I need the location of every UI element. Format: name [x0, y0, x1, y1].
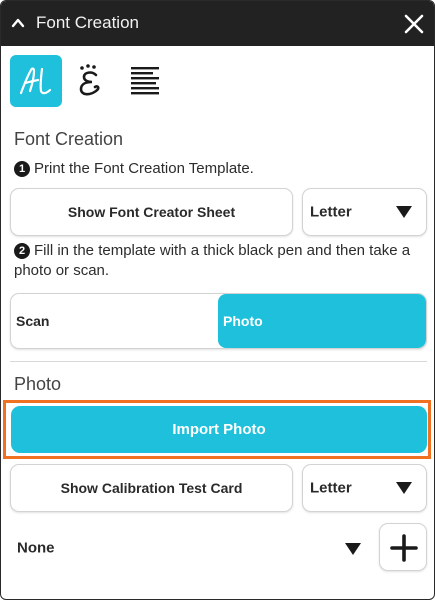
window-title: Font Creation	[36, 13, 139, 32]
dropdown-arrow-icon	[396, 206, 412, 218]
photo-section-title: Photo	[14, 374, 62, 394]
plus-icon	[390, 534, 418, 562]
paper-size-select[interactable]: Letter	[302, 188, 427, 236]
import-photo-button[interactable]: Import Photo	[11, 406, 427, 453]
step-1-instruction: 1 Print the Font Creation Template.	[14, 159, 424, 179]
source-toggle: Scan Photo	[10, 293, 427, 349]
scan-option[interactable]: Scan	[11, 294, 218, 348]
font-creation-section-title: Font Creation	[14, 129, 124, 149]
glyph-style-mode-button[interactable]	[64, 55, 116, 107]
chevron-up-icon[interactable]	[10, 15, 26, 31]
text-align-mode-icon	[131, 67, 159, 95]
show-calibration-test-card-button[interactable]: Show Calibration Test Card	[10, 464, 293, 512]
calibration-paper-size-select[interactable]: Letter	[302, 464, 427, 512]
paper-size-value: Letter	[310, 203, 352, 221]
add-font-button[interactable]	[379, 523, 427, 571]
title-bar: Font Creation	[1, 1, 434, 46]
show-font-creator-sheet-button[interactable]: Show Font Creator Sheet	[10, 188, 293, 236]
step-2-instruction: 2 Fill in the template with a thick black…	[14, 241, 414, 281]
font-selection-dropdown[interactable]: None	[10, 524, 370, 572]
handwriting-mode-icon	[19, 67, 52, 95]
text-align-mode-button[interactable]	[119, 55, 171, 107]
glyph-style-mode-icon	[79, 64, 100, 96]
font-creation-panel: Font Creation Font Creation 1 Print the …	[0, 0, 435, 600]
step-2-text: Fill in the template with a thick black …	[14, 242, 411, 279]
close-icon[interactable]	[403, 13, 425, 35]
dropdown-arrow-icon	[345, 543, 361, 555]
step-2-number: 2	[14, 243, 30, 259]
handwriting-mode-button[interactable]	[10, 55, 62, 107]
photo-option[interactable]: Photo	[218, 294, 426, 348]
step-1-text: Print the Font Creation Template.	[34, 160, 254, 177]
step-1-number: 1	[14, 161, 30, 177]
dropdown-arrow-icon	[396, 482, 412, 494]
calibration-paper-size-value: Letter	[310, 479, 352, 497]
font-selection-value: None	[17, 539, 55, 557]
section-divider	[10, 361, 427, 362]
